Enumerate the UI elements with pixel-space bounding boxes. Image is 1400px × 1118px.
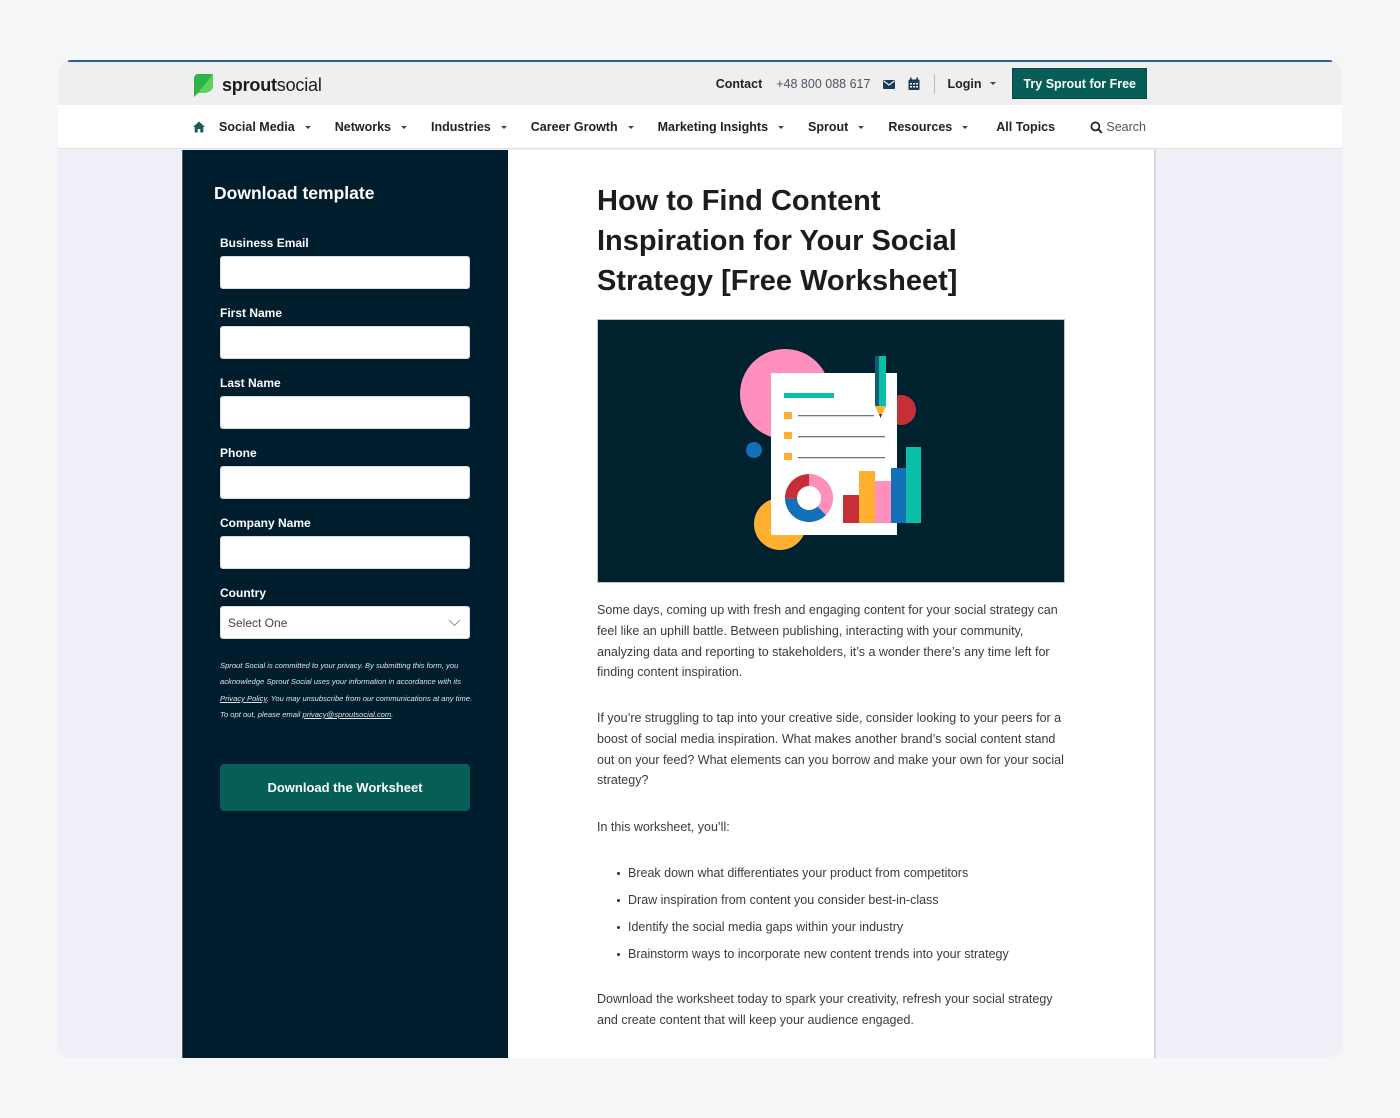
list-item: Draw inspiration from content you consid… xyxy=(597,890,1067,917)
nav-networks[interactable]: Networks xyxy=(334,120,408,134)
nav-menu: Social Media Networks Industries Career … xyxy=(192,105,1079,149)
nav-label: Networks xyxy=(334,120,392,134)
nav-all-topics[interactable]: All Topics xyxy=(996,120,1055,134)
worksheet-illustration xyxy=(740,349,921,550)
company-name-group: Company Name xyxy=(220,516,470,569)
article-paragraph: In this worksheet, you’ll: xyxy=(597,820,730,834)
worksheet-bullet-list: Break down what differentiates your prod… xyxy=(597,863,1067,971)
main-navbar: Social Media Networks Industries Career … xyxy=(58,105,1342,149)
company-name-label: Company Name xyxy=(220,516,311,530)
article-paragraph: Some days, coming up with fresh and enga… xyxy=(597,603,1058,680)
nav-social-media[interactable]: Social Media xyxy=(219,120,311,134)
divider xyxy=(934,73,936,94)
utility-bar: sproutsocial Contact +48 800 088 617 Log… xyxy=(58,62,1342,105)
caret-down-icon xyxy=(627,125,634,129)
nav-label: Marketing Insights xyxy=(657,120,769,134)
chevron-down-icon xyxy=(448,619,461,626)
list-item: Identify the social media gaps within yo… xyxy=(597,917,1067,944)
article-title: How to Find Content Inspiration for Your… xyxy=(597,185,958,297)
pencil xyxy=(875,356,886,418)
privacy-email-link[interactable]: privacy@sproutsocial.com xyxy=(302,710,391,719)
search-label: Search xyxy=(1106,120,1146,134)
doc-heading-bar xyxy=(784,393,834,398)
caret-down-icon xyxy=(858,125,865,129)
nav-marketing-insights[interactable]: Marketing Insights xyxy=(657,120,785,134)
hero-illustration xyxy=(597,319,1065,583)
first-name-input[interactable] xyxy=(220,326,470,359)
caret-down-icon xyxy=(962,125,969,129)
blue-dot xyxy=(746,442,762,458)
business-email-group: Business Email xyxy=(220,236,470,289)
nav-career-growth[interactable]: Career Growth xyxy=(531,120,634,134)
download-form-panel: Download template Business Email First N… xyxy=(182,150,508,1058)
nav-label: Career Growth xyxy=(530,120,618,134)
nav-label: Social Media xyxy=(219,120,295,134)
download-worksheet-button[interactable]: Download the Worksheet xyxy=(220,764,470,811)
country-selected-value: Select One xyxy=(228,615,288,630)
envelope-icon[interactable] xyxy=(882,77,896,91)
last-name-input[interactable] xyxy=(220,396,470,429)
privacy-policy-link[interactable]: Privacy Policy xyxy=(220,694,267,703)
phone-label: Phone xyxy=(220,446,257,460)
article-paragraph: If you’re struggling to tap into your cr… xyxy=(597,711,1064,788)
country-group: Country Select One xyxy=(220,586,470,639)
first-name-label: First Name xyxy=(220,306,283,320)
first-name-group: First Name xyxy=(220,306,470,359)
caret-down-icon xyxy=(304,125,311,129)
privacy-text: Sprout Social is committed to your priva… xyxy=(220,661,462,687)
nav-resources[interactable]: Resources xyxy=(888,120,969,134)
caret-down-icon xyxy=(500,125,507,129)
list-item: Break down what differentiates your prod… xyxy=(597,863,1067,890)
caret-down-icon xyxy=(778,125,785,129)
caret-down-icon xyxy=(990,82,997,85)
business-email-input[interactable] xyxy=(220,256,470,289)
last-name-group: Last Name xyxy=(220,376,470,429)
contact-link[interactable]: Contact xyxy=(716,77,763,91)
company-name-input[interactable] xyxy=(220,536,470,569)
form-heading: Download template xyxy=(214,183,375,203)
home-icon[interactable] xyxy=(192,120,206,134)
calendar-icon[interactable] xyxy=(907,77,921,91)
country-label: Country xyxy=(220,586,266,600)
nav-label: All Topics xyxy=(996,120,1056,134)
nav-label: Resources xyxy=(888,120,953,134)
search-icon xyxy=(1090,121,1103,134)
utility-links: Contact +48 800 088 617 Login Try Sprout… xyxy=(716,68,1147,99)
article-closing: Download the worksheet today to spark yo… xyxy=(597,992,1053,1027)
last-name-label: Last Name xyxy=(220,376,281,390)
phone-number-link[interactable]: +48 800 088 617 xyxy=(776,77,870,91)
login-dropdown[interactable]: Login xyxy=(947,76,997,91)
search-button[interactable]: Search xyxy=(1090,105,1146,149)
privacy-text: . xyxy=(391,709,394,719)
try-sprout-free-button[interactable]: Try Sprout for Free xyxy=(1012,68,1147,99)
article-content: How to Find Content Inspiration for Your… xyxy=(508,150,1156,1058)
caret-down-icon xyxy=(401,125,408,129)
phone-group: Phone xyxy=(220,446,470,499)
nav-label: Industries xyxy=(431,120,491,134)
privacy-notice: Sprout Social is committed to your priva… xyxy=(220,658,475,723)
nav-sprout[interactable]: Sprout xyxy=(808,120,865,134)
list-item: Brainstorm ways to incorporate new conte… xyxy=(597,944,1067,971)
browser-frame: sproutsocial Contact +48 800 088 617 Log… xyxy=(58,60,1342,1058)
business-email-label: Business Email xyxy=(220,236,309,250)
country-select[interactable]: Select One xyxy=(220,606,470,639)
sprout-leaf-icon xyxy=(194,74,213,97)
nav-industries[interactable]: Industries xyxy=(431,120,507,134)
nav-label: Sprout xyxy=(808,120,849,134)
sprout-social-logo[interactable]: sproutsocial xyxy=(192,72,322,98)
brand-name: sproutsocial xyxy=(222,74,322,95)
phone-input[interactable] xyxy=(220,466,470,499)
login-label: Login xyxy=(947,76,982,91)
